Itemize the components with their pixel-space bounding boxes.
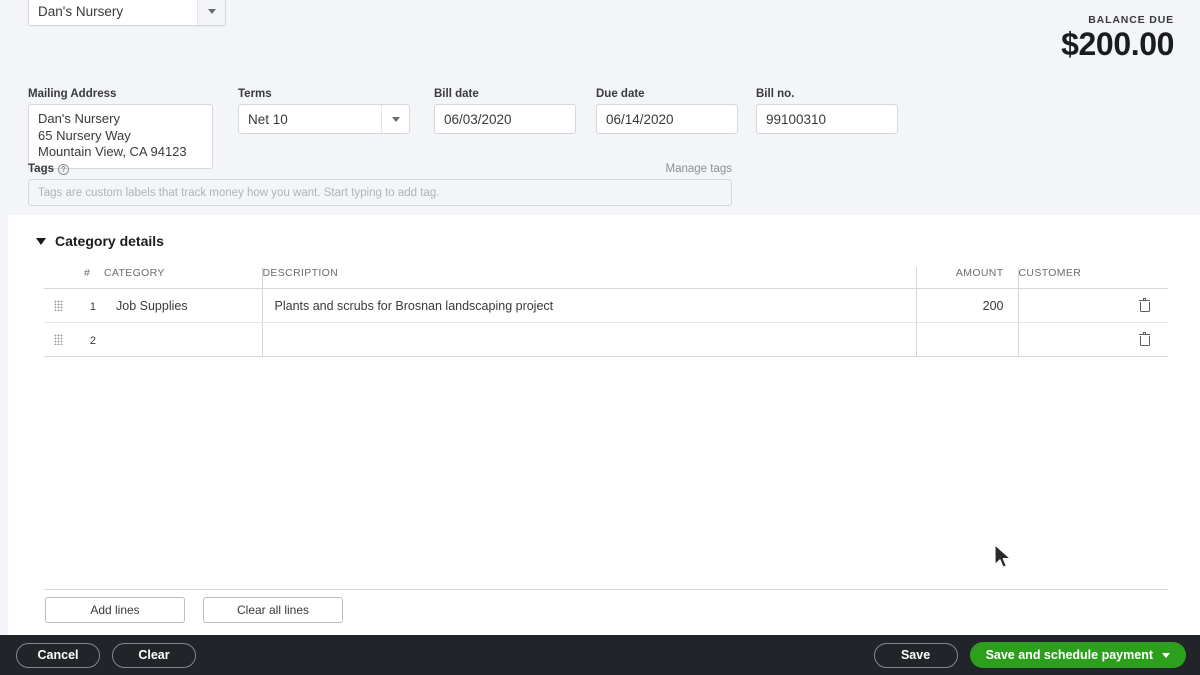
table-header-row: # CATEGORY DESCRIPTION AMOUNT CUSTOMER	[44, 267, 1168, 289]
tags-input[interactable]: Tags are custom labels that track money …	[28, 179, 732, 206]
row-amount[interactable]	[916, 322, 1019, 357]
due-date-label: Due date	[596, 88, 645, 100]
bill-date-label: Bill date	[434, 88, 479, 100]
add-lines-button[interactable]: Add lines	[45, 597, 185, 623]
bill-date-input[interactable]: 06/03/2020	[434, 104, 576, 134]
triangle-down-icon	[36, 237, 46, 245]
row-amount[interactable]: 200	[916, 288, 1019, 323]
row-number: 1	[72, 288, 104, 323]
row-description[interactable]	[262, 322, 917, 357]
bill-no-input[interactable]: 99100310	[756, 104, 898, 134]
row-category[interactable]	[104, 322, 263, 357]
footer-action-bar: Cancel Clear Save Save and schedule paym…	[0, 635, 1200, 675]
col-number: #	[72, 267, 104, 289]
bill-header-zone: Dan's Nursery BALANCE DUE $200.00 Mailin…	[0, 0, 1200, 215]
chevron-down-icon	[207, 8, 216, 14]
row-delete-button[interactable]	[1120, 322, 1168, 357]
trash-icon	[1138, 331, 1150, 346]
drag-grip-icon	[53, 334, 63, 345]
help-circle-icon[interactable]: ?	[58, 163, 69, 175]
terms-label: Terms	[238, 88, 272, 100]
table-row[interactable]: 2	[44, 322, 1168, 357]
bill-body-panel: Category details # CATEGORY DESCRIPTION …	[8, 215, 1200, 675]
bill-entry-screen: Dan's Nursery BALANCE DUE $200.00 Mailin…	[0, 0, 1200, 675]
tags-header: Tags ? Manage tags	[28, 163, 732, 175]
bill-date-field: Bill date 06/03/2020	[434, 88, 576, 134]
save-and-schedule-payment-label: Save and schedule payment	[985, 648, 1153, 662]
mailing-address-label: Mailing Address	[28, 88, 117, 100]
row-drag-handle[interactable]	[44, 288, 72, 323]
terms-value: Net 10	[248, 111, 288, 127]
terms-select[interactable]: Net 10	[238, 104, 410, 134]
manage-tags-link[interactable]: Manage tags	[666, 163, 733, 175]
col-actions	[1120, 267, 1168, 289]
terms-field: Terms Net 10	[238, 88, 410, 134]
row-drag-handle[interactable]	[44, 322, 72, 357]
category-details-header[interactable]: Category details	[36, 233, 164, 249]
save-and-schedule-payment-button[interactable]: Save and schedule payment	[969, 642, 1186, 668]
balance-due-block: BALANCE DUE $200.00	[1061, 14, 1174, 64]
footer-right-buttons: Save Save and schedule payment	[873, 642, 1186, 668]
address-line-3: Mountain View, CA 94123	[38, 144, 187, 159]
row-number: 2	[72, 322, 104, 357]
footer-left-buttons: Cancel Clear	[16, 642, 196, 668]
category-details-table: # CATEGORY DESCRIPTION AMOUNT CUSTOMER 1…	[44, 267, 1168, 357]
bill-body-zone: Category details # CATEGORY DESCRIPTION …	[0, 215, 1200, 675]
address-line-2: 65 Nursery Way	[38, 127, 131, 143]
row-customer[interactable]	[1018, 322, 1120, 357]
vendor-select[interactable]: Dan's Nursery	[28, 0, 226, 26]
chevron-down-icon	[391, 116, 400, 122]
row-category[interactable]: Job Supplies	[104, 288, 263, 323]
vendor-dropdown-caret[interactable]	[197, 0, 225, 25]
cancel-button[interactable]: Cancel	[16, 642, 100, 668]
trash-icon	[1138, 297, 1150, 312]
row-customer[interactable]	[1018, 288, 1120, 323]
col-handle	[44, 267, 72, 289]
bill-no-field: Bill no. 99100310	[756, 88, 898, 134]
terms-dropdown-caret[interactable]	[381, 105, 409, 133]
vendor-name: Dan's Nursery	[38, 3, 124, 19]
mailing-address-field: Mailing Address Dan's Nursery 65 Nursery…	[28, 88, 213, 169]
bill-no-label: Bill no.	[756, 88, 795, 100]
tags-label: Tags	[28, 163, 54, 175]
due-date-input[interactable]: 06/14/2020	[596, 104, 738, 134]
balance-due-amount: $200.00	[1061, 26, 1174, 62]
col-description: DESCRIPTION	[262, 267, 917, 289]
col-category: CATEGORY	[104, 267, 263, 289]
table-bottom-divider	[44, 589, 1168, 590]
save-button[interactable]: Save	[873, 642, 958, 668]
clear-all-lines-button[interactable]: Clear all lines	[203, 597, 343, 623]
col-customer: CUSTOMER	[1018, 267, 1120, 289]
row-delete-button[interactable]	[1120, 288, 1168, 323]
clear-button[interactable]: Clear	[112, 642, 196, 668]
mailing-address-box[interactable]: Dan's Nursery 65 Nursery Way Mountain Vi…	[28, 104, 213, 169]
address-line-1: Dan's Nursery	[38, 111, 120, 126]
due-date-field: Due date 06/14/2020	[596, 88, 738, 134]
col-amount: AMOUNT	[916, 267, 1019, 289]
table-row[interactable]: 1 Job Supplies Plants and scrubs for Bro…	[44, 288, 1168, 323]
tags-label-group: Tags ?	[28, 163, 69, 175]
chevron-down-icon	[1162, 652, 1170, 658]
tags-section: Tags ? Manage tags Tags are custom label…	[28, 163, 732, 206]
row-description[interactable]: Plants and scrubs for Brosnan landscapin…	[262, 288, 917, 323]
category-details-title: Category details	[55, 233, 164, 249]
drag-grip-icon	[53, 300, 63, 311]
line-action-buttons: Add lines Clear all lines	[45, 597, 343, 623]
balance-due-label: BALANCE DUE	[1088, 14, 1174, 26]
